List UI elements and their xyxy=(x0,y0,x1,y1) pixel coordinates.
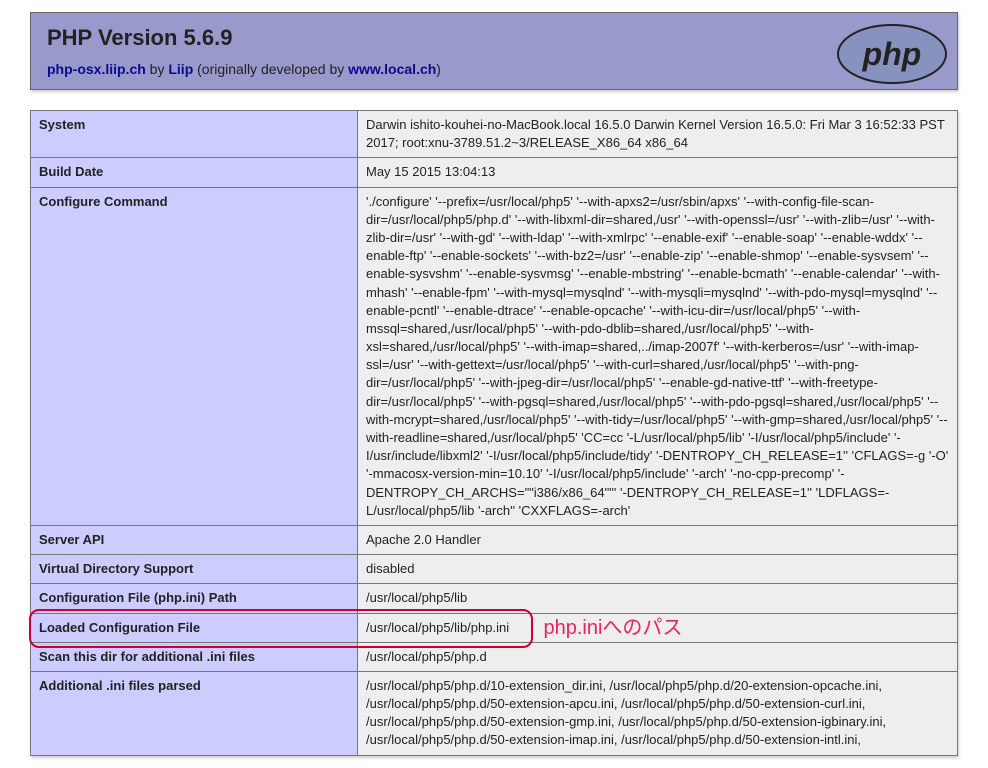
table-key: System xyxy=(31,111,358,158)
table-value: Darwin ishito-kouhei-no-MacBook.local 16… xyxy=(358,111,958,158)
phpinfo-table: SystemDarwin ishito-kouhei-no-MacBook.lo… xyxy=(30,110,958,756)
table-value: './configure' '--prefix=/usr/local/php5'… xyxy=(358,187,958,525)
end-text: ) xyxy=(436,61,441,77)
table-row: Scan this dir for additional .ini files/… xyxy=(31,642,958,671)
table-row: SystemDarwin ishito-kouhei-no-MacBook.lo… xyxy=(31,111,958,158)
table-value: /usr/local/php5/php.d xyxy=(358,642,958,671)
table-key: Build Date xyxy=(31,158,358,187)
table-key: Configure Command xyxy=(31,187,358,525)
mid-text: (originally developed by xyxy=(193,61,348,77)
by-text: by xyxy=(146,61,169,77)
phpinfo-subline: php-osx.liip.ch by Liip (originally deve… xyxy=(47,61,941,77)
annotation-layer: SystemDarwin ishito-kouhei-no-MacBook.lo… xyxy=(30,110,958,756)
table-row: Configure Command'./configure' '--prefix… xyxy=(31,187,958,525)
table-value: /usr/local/php5/lib xyxy=(358,584,958,613)
phpinfo-header: PHP Version 5.6.9 php-osx.liip.ch by Lii… xyxy=(30,12,958,90)
table-value: /usr/local/php5/lib/php.ini xyxy=(358,613,958,642)
table-key: Configuration File (php.ini) Path xyxy=(31,584,358,613)
table-value: May 15 2015 13:04:13 xyxy=(358,158,958,187)
table-row: Build DateMay 15 2015 13:04:13 xyxy=(31,158,958,187)
table-value: Apache 2.0 Handler xyxy=(358,525,958,554)
localch-link[interactable]: www.local.ch xyxy=(348,61,436,77)
table-value: disabled xyxy=(358,555,958,584)
php-version-title: PHP Version 5.6.9 xyxy=(47,25,232,51)
table-row: Loaded Configuration File/usr/local/php5… xyxy=(31,613,958,642)
liip-link[interactable]: Liip xyxy=(168,61,193,77)
svg-text:php: php xyxy=(862,36,922,72)
table-row: Server APIApache 2.0 Handler xyxy=(31,525,958,554)
table-row: Virtual Directory Supportdisabled xyxy=(31,555,958,584)
php-logo-icon: php xyxy=(837,23,947,85)
php-osx-link[interactable]: php-osx.liip.ch xyxy=(47,61,146,77)
table-key: Scan this dir for additional .ini files xyxy=(31,642,358,671)
table-key: Server API xyxy=(31,525,358,554)
table-key: Loaded Configuration File xyxy=(31,613,358,642)
table-key: Virtual Directory Support xyxy=(31,555,358,584)
table-row: Configuration File (php.ini) Path/usr/lo… xyxy=(31,584,958,613)
